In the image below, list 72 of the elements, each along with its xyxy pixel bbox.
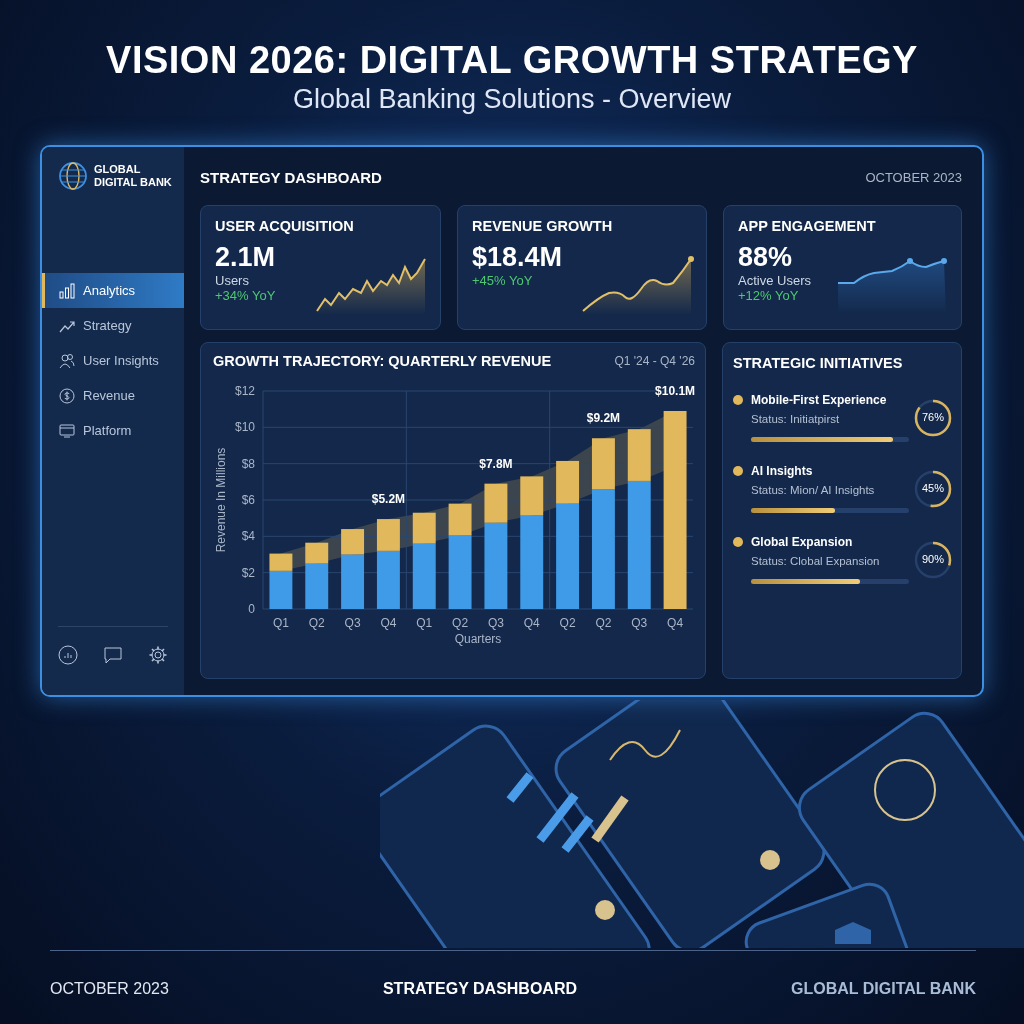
axis-tick-label: 0	[248, 602, 255, 616]
axis-tick-label: Q2	[452, 616, 469, 630]
percent-label: 45%	[921, 481, 945, 494]
chat-icon[interactable]	[103, 645, 123, 665]
axis-tick-label: Q3	[344, 616, 361, 630]
percent-label: 76%	[921, 410, 945, 423]
chart-circle-icon[interactable]	[58, 645, 78, 665]
status-text: Status: Mion/ AI Insights	[750, 484, 876, 496]
card-label: Active Users	[738, 273, 812, 288]
bullet-dot	[733, 466, 743, 476]
value-label: $10.1M	[655, 384, 696, 398]
logo-text: GLOBAL DIGITAL BANK	[94, 163, 173, 189]
bullet-dot	[733, 395, 743, 405]
percent-label: 90%	[921, 552, 945, 565]
page-title: VISION 2026: DIGITAL GROWTH STRATEGY	[106, 38, 918, 82]
chart-title: GROWTH TRAJECTORY: QUARTERLY REVENUE	[213, 353, 552, 369]
sidebar-item[interactable]: Strategy	[42, 308, 184, 343]
date-range: Q1 '24 - Q4 '26	[614, 354, 695, 368]
axis-tick-label: Q4	[380, 616, 397, 630]
card-value: 88%	[738, 242, 794, 273]
sidebar-item[interactable]: Analytics	[42, 273, 184, 308]
status-text: Status: Clobal Expansion	[750, 555, 881, 567]
card-value: $18.4M	[472, 242, 564, 273]
bar-chart-icon	[59, 282, 75, 299]
axis-tick-label: $12	[234, 384, 255, 398]
change-label: +12% YoY	[738, 288, 800, 303]
dashboard-date: OCTOBER 2023	[865, 169, 962, 185]
sidebar-item[interactable]: Platform	[42, 413, 184, 448]
value-label: $7.8M	[479, 456, 513, 471]
status-text: Status: Initiatpirst	[750, 413, 841, 425]
card-title: REVENUE GROWTH	[472, 218, 614, 234]
footer-date: OCTOBER 2023	[50, 979, 169, 998]
change-label: +45% YoY	[472, 273, 534, 288]
axis-tick-label: Q1	[416, 616, 433, 630]
users-icon	[59, 352, 75, 369]
axis-tick-label: $10	[234, 420, 255, 435]
axis-tick-label: Q2	[595, 616, 612, 630]
axis-tick-label: Q3	[631, 616, 648, 630]
card-value: 2.1M	[215, 242, 277, 273]
initiative-name: Mobile-First Experience	[751, 393, 887, 407]
axis-tick-label: Q4	[523, 616, 540, 630]
axis-tick-label: Q1	[272, 616, 289, 630]
settings-icon[interactable]	[148, 645, 168, 665]
page-subtitle: Global Banking Solutions - Overview	[292, 83, 732, 116]
card-label: Users	[215, 273, 250, 288]
sidebar-item[interactable]: User Insights	[42, 343, 184, 378]
axis-tick-label: $2	[241, 565, 255, 580]
footer-title: STRATEGY DASHBOARD	[382, 979, 578, 998]
value-label: $9.2M	[586, 411, 621, 426]
footer-brand: GLOBAL DIGITAL BANK	[791, 979, 976, 998]
sidebar-item[interactable]: Revenue	[42, 378, 184, 413]
value-label: $5.2M	[371, 492, 406, 507]
initiative-name: AI Insights	[751, 464, 813, 478]
axis-tick-label: Q4	[667, 616, 684, 630]
card-title: STRATEGIC INITIATIVES	[733, 355, 904, 371]
axis-tick-label: $6	[241, 493, 255, 507]
card-title: APP ENGAGEMENT	[738, 218, 877, 234]
axis-tick-label: Q2	[559, 616, 576, 630]
dollar-circle-icon	[59, 387, 75, 404]
x-axis-title: Quarters	[454, 632, 502, 646]
card-title: USER ACQUISITION	[215, 218, 355, 234]
dashboard-title: STRATEGY DASHBOARD	[200, 168, 382, 186]
axis-tick-label: Q2	[308, 616, 325, 630]
axis-tick-label: $4	[241, 529, 255, 544]
change-label: +34% YoY	[215, 288, 277, 303]
monitor-icon	[59, 422, 75, 439]
y-axis-title: Revenue In Millions	[214, 447, 228, 553]
bullet-dot	[733, 537, 743, 547]
initiative-name: Global Expansion	[751, 535, 853, 549]
axis-tick-label: Q3	[487, 616, 504, 630]
globe-icon	[58, 161, 88, 191]
axis-tick-label: $8	[241, 456, 255, 471]
